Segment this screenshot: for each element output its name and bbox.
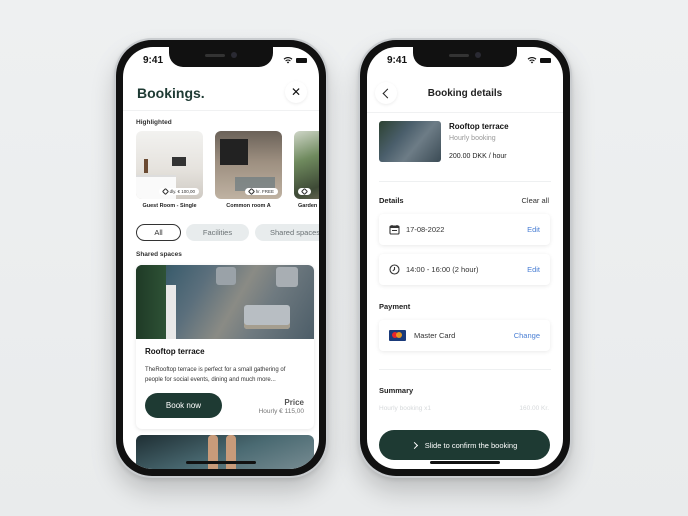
time-value: 14:00 - 16:00 (2 hour) (406, 265, 479, 274)
slide-to-confirm[interactable]: Slide to confirm the booking (379, 430, 550, 460)
summary-amount: 160.00 Kr. (519, 405, 549, 412)
space-card[interactable]: Rooftop terrace TheRooftop terrace is pe… (136, 265, 314, 429)
payment-method: Master Card (414, 331, 456, 340)
filter-shared-spaces[interactable]: Shared spaces (255, 224, 319, 241)
room-image (294, 131, 319, 199)
wifi-icon (527, 57, 537, 64)
filter-facilities[interactable]: Facilities (186, 224, 249, 241)
venue-image (379, 121, 441, 162)
status-bar: 9:41 (123, 55, 319, 69)
phone-bookings: 9:41 Bookings. ✕ Highlighted dly. € 100,… (114, 38, 328, 478)
change-payment-link[interactable]: Change (514, 331, 540, 340)
phone-bezel: 9:41 Bookings. ✕ Highlighted dly. € 100,… (116, 40, 326, 476)
status-time: 9:41 (387, 55, 408, 66)
divider (379, 369, 551, 370)
venue-type: Hourly booking (449, 135, 496, 142)
summary-heading: Summary (379, 386, 414, 395)
price-tag: hr. FREE (244, 187, 278, 196)
tag-icon (300, 187, 309, 196)
page-title: Booking details (427, 88, 503, 99)
tag-icon (247, 187, 255, 196)
summary-item: Hourly booking x1 (379, 405, 432, 412)
filter-chips: All Facilities Shared spaces (136, 224, 319, 242)
shared-spaces-label: Shared spaces (136, 251, 182, 258)
phone-bezel: 9:41 Booking details Rooftop terrace Hou… (360, 40, 570, 476)
highlighted-label: Highlighted (136, 119, 172, 126)
home-indicator (186, 461, 256, 464)
header: Booking details (367, 75, 563, 113)
page-title: Bookings. (137, 85, 205, 101)
edit-time-link[interactable]: Edit (527, 265, 540, 274)
highlighted-carousel[interactable]: dly. € 100,00 Guest Room - Single hr. FR… (136, 131, 319, 221)
close-button[interactable]: ✕ (285, 81, 307, 103)
status-bar: 9:41 (367, 55, 563, 69)
filter-all[interactable]: All (136, 224, 181, 241)
book-now-button[interactable]: Book now (145, 393, 222, 418)
space-description: TheRooftop terrace is perfect for a smal… (145, 367, 286, 383)
price-label: Price (284, 398, 304, 407)
highlight-card[interactable]: hr. FREE Common room A (215, 131, 282, 209)
venue-price: 200.00 DKK / hour (449, 153, 507, 160)
summary-line: Hourly booking x1 160.00 Kr. (379, 405, 549, 412)
venue-name: Rooftop terrace (449, 122, 509, 131)
highlight-card[interactable]: dly. € 100,00 Guest Room - Single (136, 131, 203, 209)
calendar-icon (389, 225, 400, 235)
header: Bookings. ✕ (123, 75, 319, 111)
date-value: 17-08-2022 (406, 225, 445, 234)
bookings-screen: 9:41 Bookings. ✕ Highlighted dly. € 100,… (123, 47, 319, 469)
clear-all-link[interactable]: Clear all (521, 196, 549, 205)
battery-icon (540, 58, 551, 63)
edit-date-link[interactable]: Edit (527, 225, 540, 234)
home-indicator (430, 461, 500, 464)
price-tag (298, 187, 311, 196)
battery-icon (296, 58, 307, 63)
time-row[interactable]: 14:00 - 16:00 (2 hour) Edit (379, 254, 550, 285)
price-value: Hourly € 115,00 (258, 408, 304, 415)
room-name: Guest Room - Single (142, 203, 197, 209)
chevron-right-icon (410, 441, 418, 449)
status-time: 9:41 (143, 55, 164, 66)
tag-icon (161, 187, 169, 196)
clock-icon (389, 264, 400, 275)
mastercard-icon (389, 330, 406, 341)
rooftop-image (136, 265, 314, 339)
price-tag: dly. € 100,00 (158, 187, 199, 196)
phone-booking-details: 9:41 Booking details Rooftop terrace Hou… (358, 38, 572, 478)
wifi-icon (283, 57, 293, 64)
date-row[interactable]: 17-08-2022 Edit (379, 214, 550, 245)
space-title: Rooftop terrace (145, 347, 205, 356)
divider (379, 181, 551, 182)
details-heading: Details (379, 196, 404, 205)
room-image: dly. € 100,00 (136, 131, 203, 199)
highlight-card[interactable]: Garden (294, 131, 319, 209)
room-image: hr. FREE (215, 131, 282, 199)
details-screen: 9:41 Booking details Rooftop terrace Hou… (367, 47, 563, 469)
room-name: Common room A (226, 203, 271, 209)
payment-row[interactable]: Master Card Change (379, 320, 550, 351)
payment-heading: Payment (379, 302, 411, 311)
room-name: Garden (298, 203, 318, 209)
close-icon: ✕ (290, 85, 302, 99)
slide-label: Slide to confirm the booking (424, 440, 518, 450)
